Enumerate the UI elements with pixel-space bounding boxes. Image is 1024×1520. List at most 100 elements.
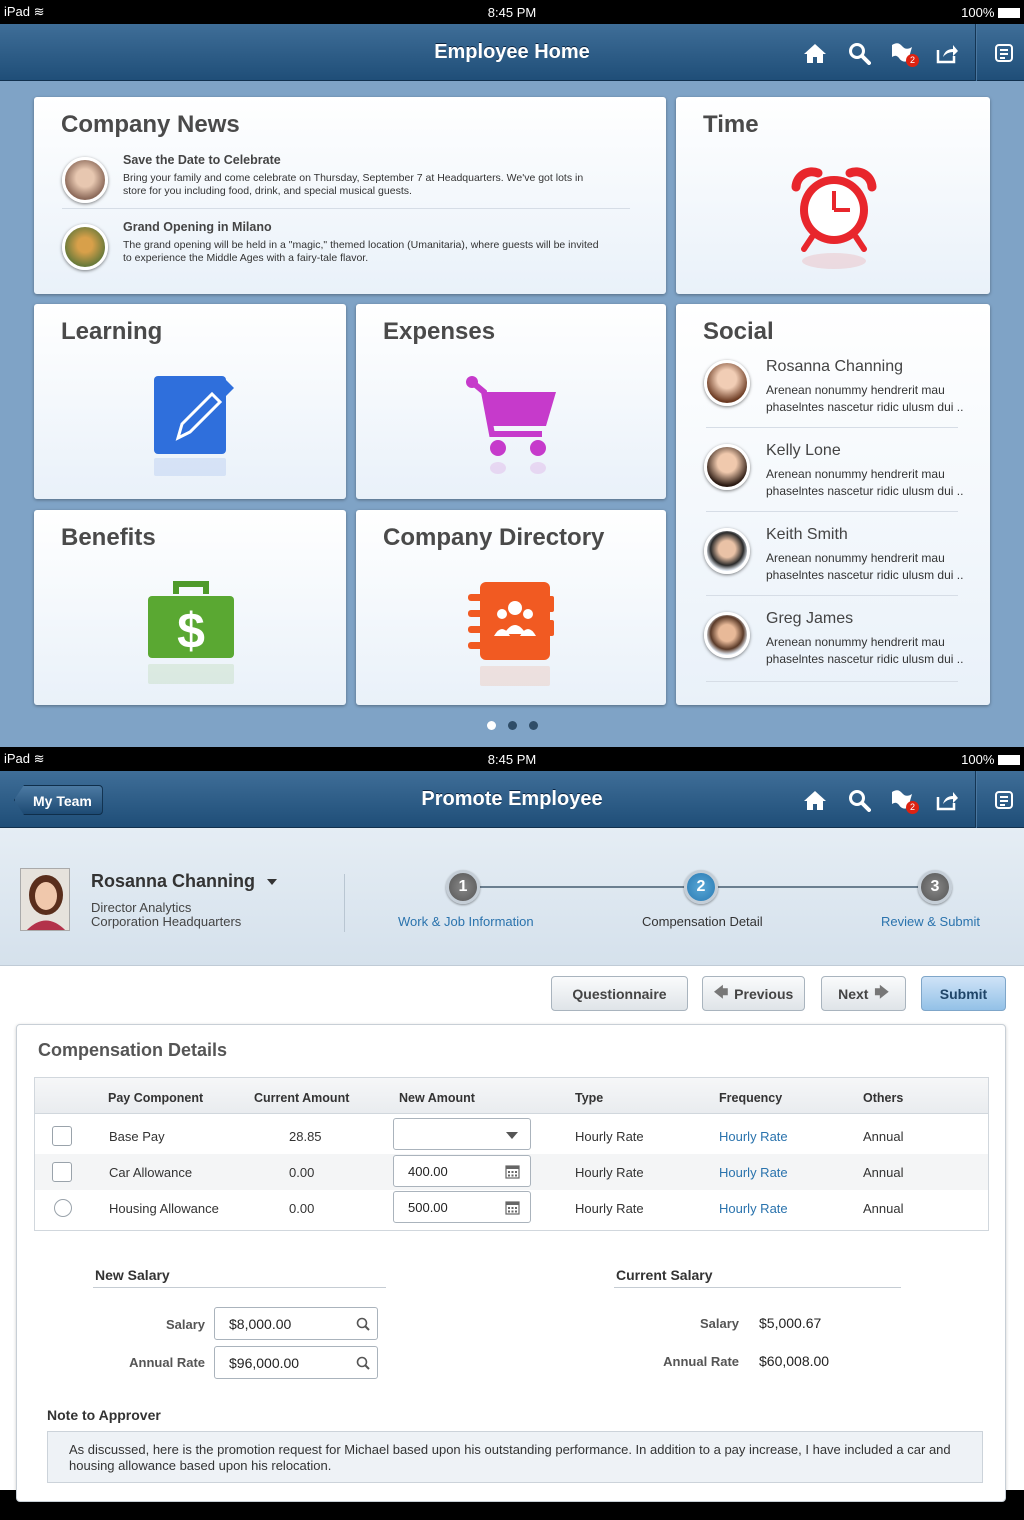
current-amount: 28.85 [289, 1129, 322, 1144]
step-2-indicator[interactable]: 2 [684, 870, 718, 904]
news-body: Bring your family and come celebrate on … [123, 172, 584, 197]
step-3-link[interactable]: Review & Submit [881, 914, 980, 929]
search-icon[interactable] [837, 780, 881, 820]
calendar-icon[interactable] [505, 1164, 520, 1179]
note-label: Note to Approver [47, 1407, 161, 1423]
new-amount-input[interactable]: 500.00 [393, 1191, 531, 1223]
tile-title: Benefits [61, 524, 156, 551]
step-1-link[interactable]: Work & Job Information [398, 914, 534, 929]
next-button[interactable]: Next 🡆 [821, 976, 906, 1011]
submit-button[interactable]: Submit [921, 976, 1006, 1011]
benefits-tile[interactable]: Benefits $ [34, 510, 346, 705]
page-dot[interactable] [486, 721, 496, 730]
wifi-icon: ≋ [33, 4, 45, 19]
notification-badge: 2 [906, 53, 919, 67]
news-title: Save the Date to Celebrate [123, 153, 281, 167]
address-book-icon [468, 582, 554, 686]
employee-title: Director Analytics [91, 900, 192, 915]
wifi-icon: ≋ [33, 751, 45, 766]
news-thumbnail [62, 224, 108, 270]
time-tile[interactable]: Time [676, 97, 990, 294]
chevron-down-icon[interactable] [267, 879, 277, 885]
divider [614, 1287, 901, 1288]
others-value: Annual [863, 1165, 904, 1180]
search-icon[interactable] [356, 1317, 370, 1331]
notification-badge: 2 [906, 800, 919, 814]
step-2-label: Compensation Detail [642, 914, 763, 929]
pay-component: Car Allowance [109, 1165, 193, 1180]
current-amount: 0.00 [289, 1201, 315, 1216]
calendar-icon[interactable] [505, 1200, 520, 1215]
column-header: New Amount [399, 1091, 475, 1105]
battery: 100% [961, 5, 1020, 20]
clock: 8:45 PM [487, 4, 537, 20]
learning-tile[interactable]: Learning [34, 304, 346, 499]
search-icon[interactable] [837, 33, 881, 73]
new-annual-rate-input[interactable]: $96,000.00 [214, 1346, 378, 1379]
search-icon[interactable] [356, 1356, 370, 1370]
social-text: Arenean nonummy hendrerit mau phaselntes… [766, 467, 964, 498]
home-icon[interactable] [793, 780, 837, 820]
battery-icon [998, 755, 1020, 766]
news-item[interactable]: Save the Date to Celebrate Bring your fa… [62, 153, 630, 215]
avatar [704, 444, 750, 490]
social-post[interactable]: Rosanna Channing Arenean nonummy hendrer… [704, 358, 964, 442]
row-radio[interactable] [54, 1199, 72, 1217]
news-item[interactable]: Grand Opening in Milano The grand openin… [62, 220, 630, 282]
button-label: Previous [734, 985, 794, 1002]
nav-bar: Promote Employee My Team 2 [0, 771, 1024, 828]
notes-icon[interactable] [984, 33, 1024, 73]
current-salary-heading: Current Salary [616, 1267, 713, 1283]
back-button[interactable]: My Team [14, 785, 103, 815]
previous-button[interactable]: 🡄 Previous [702, 976, 805, 1011]
notes-icon[interactable] [984, 780, 1024, 820]
questionnaire-button[interactable]: Questionnaire [551, 976, 688, 1011]
company-directory-tile[interactable]: Company Directory [356, 510, 666, 705]
tile-title: Company News [61, 111, 240, 138]
social-text: Arenean nonummy hendrerit mau phaselntes… [766, 635, 964, 666]
table-row: Housing Allowance 0.00 500.00 Hourly Rat… [35, 1190, 988, 1226]
field-value: $8,000.00 [229, 1316, 292, 1332]
news-thumbnail [62, 157, 108, 203]
page-dot[interactable] [528, 721, 538, 730]
note-to-approver[interactable]: As discussed, here is the promotion requ… [47, 1431, 983, 1483]
frequency-link[interactable]: Hourly Rate [719, 1201, 788, 1216]
divider [93, 1287, 386, 1288]
button-label: Questionnaire [572, 985, 667, 1002]
step-1-indicator[interactable]: 1 [446, 870, 480, 904]
company-news-tile[interactable]: Company News Save the Date to Celebrate … [34, 97, 666, 294]
column-header: Frequency [719, 1091, 783, 1105]
employee-name[interactable]: Rosanna Channing [91, 871, 255, 892]
divider [706, 681, 958, 682]
tile-title: Social [703, 318, 774, 345]
notifications-icon[interactable]: 2 [881, 780, 925, 820]
step-3-indicator[interactable]: 3 [918, 870, 952, 904]
table-row: Base Pay 28.85 Hourly Rate Hourly Rate A… [35, 1118, 988, 1154]
battery-percent: 100% [961, 751, 995, 767]
others-value: Annual [863, 1129, 904, 1144]
tile-title: Expenses [383, 318, 496, 345]
avatar [704, 612, 750, 658]
row-checkbox[interactable] [52, 1162, 72, 1182]
row-checkbox[interactable] [52, 1126, 72, 1146]
share-icon[interactable] [925, 780, 969, 820]
share-icon[interactable] [925, 33, 969, 73]
new-salary-input[interactable]: $8,000.00 [214, 1307, 378, 1340]
page-dot[interactable] [507, 721, 517, 730]
notifications-icon[interactable]: 2 [881, 33, 925, 73]
new-amount-select[interactable] [393, 1118, 531, 1150]
home-icon[interactable] [793, 33, 837, 73]
social-post[interactable]: Kelly Lone Arenean nonummy hendrerit mau… [704, 442, 964, 526]
social-tile[interactable]: Social Rosanna Channing Arenean nonummy … [676, 304, 990, 705]
expenses-tile[interactable]: Expenses [356, 304, 666, 499]
page-indicator[interactable] [0, 721, 1024, 730]
battery-percent: 100% [961, 4, 995, 20]
social-post[interactable]: Keith Smith Arenean nonummy hendrerit ma… [704, 526, 964, 610]
compensation-table: Pay Component Current Amount New Amount … [34, 1077, 989, 1231]
frequency-link[interactable]: Hourly Rate [719, 1129, 788, 1144]
pay-type: Hourly Rate [575, 1201, 644, 1216]
frequency-link[interactable]: Hourly Rate [719, 1165, 788, 1180]
pay-type: Hourly Rate [575, 1129, 644, 1144]
clock: 8:45 PM [487, 751, 537, 767]
new-amount-input[interactable]: 400.00 [393, 1155, 531, 1187]
